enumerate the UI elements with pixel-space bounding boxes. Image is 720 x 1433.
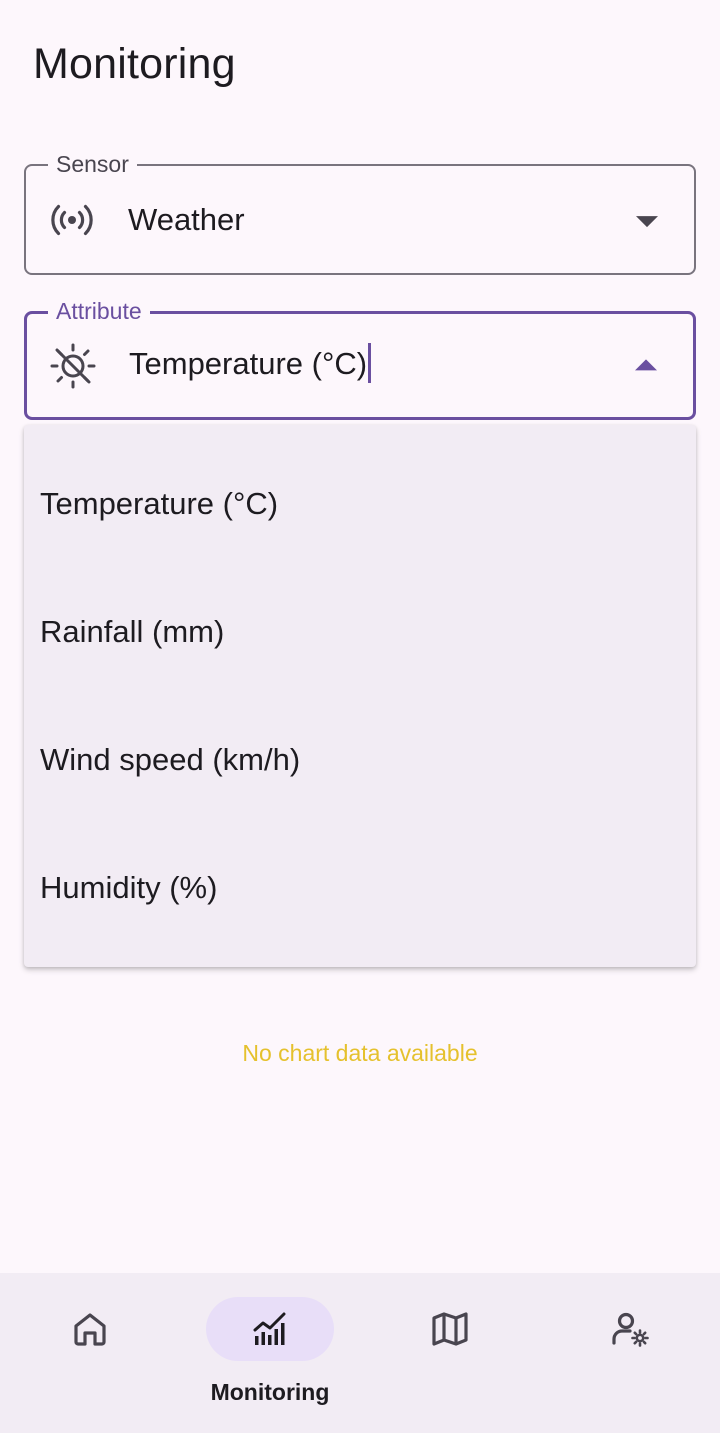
nav-item-home[interactable] (0, 1273, 180, 1433)
map-icon (432, 1312, 468, 1346)
nav-item-user-settings[interactable] (540, 1273, 720, 1433)
no-chart-data-message: No chart data available (242, 1040, 478, 1066)
attribute-value-wrap[interactable]: Temperature (°C) (129, 342, 372, 386)
menu-item-wind-speed[interactable]: Wind speed (km/h) (24, 696, 696, 824)
sun-moon-icon (49, 342, 97, 390)
nav-home-icon-wrap (26, 1297, 154, 1361)
attribute-dropdown-menu: Temperature (°C) Rainfall (mm) Wind spee… (24, 425, 696, 967)
home-icon (74, 1313, 106, 1346)
bottom-navigation: Monitoring (0, 1273, 720, 1433)
dropdown-arrow-icon[interactable] (636, 215, 658, 227)
attribute-value: Temperature (°C) (129, 345, 368, 381)
monitoring-chart-icon (253, 1312, 286, 1345)
attribute-label: Attribute (48, 296, 150, 326)
page-title: Monitoring (33, 40, 236, 88)
menu-item-humidity[interactable]: Humidity (%) (24, 824, 696, 952)
menu-item-temperature[interactable]: Temperature (°C) (24, 440, 696, 568)
sensor-select[interactable]: Sensor Weather (24, 149, 696, 275)
nav-item-monitoring[interactable]: Monitoring (180, 1273, 360, 1433)
sensor-label: Sensor (48, 149, 137, 179)
nav-item-map[interactable] (360, 1273, 540, 1433)
nav-label-monitoring: Monitoring (210, 1379, 330, 1405)
text-cursor (368, 342, 372, 383)
user-settings-icon (612, 1312, 649, 1347)
monitoring-screen: Monitoring Sensor Weather Attribute Temp… (0, 0, 720, 1433)
attribute-select[interactable]: Attribute Temperature (°C) (24, 296, 696, 420)
nav-user-settings-icon-wrap (566, 1297, 694, 1361)
dropdown-arrow-up-icon[interactable] (635, 358, 657, 370)
nav-map-icon-wrap (386, 1297, 514, 1361)
sensors-icon (48, 196, 96, 244)
sensor-value: Weather (128, 201, 245, 237)
nav-monitoring-icon-wrap (206, 1297, 334, 1361)
menu-item-rainfall[interactable]: Rainfall (mm) (24, 568, 696, 696)
